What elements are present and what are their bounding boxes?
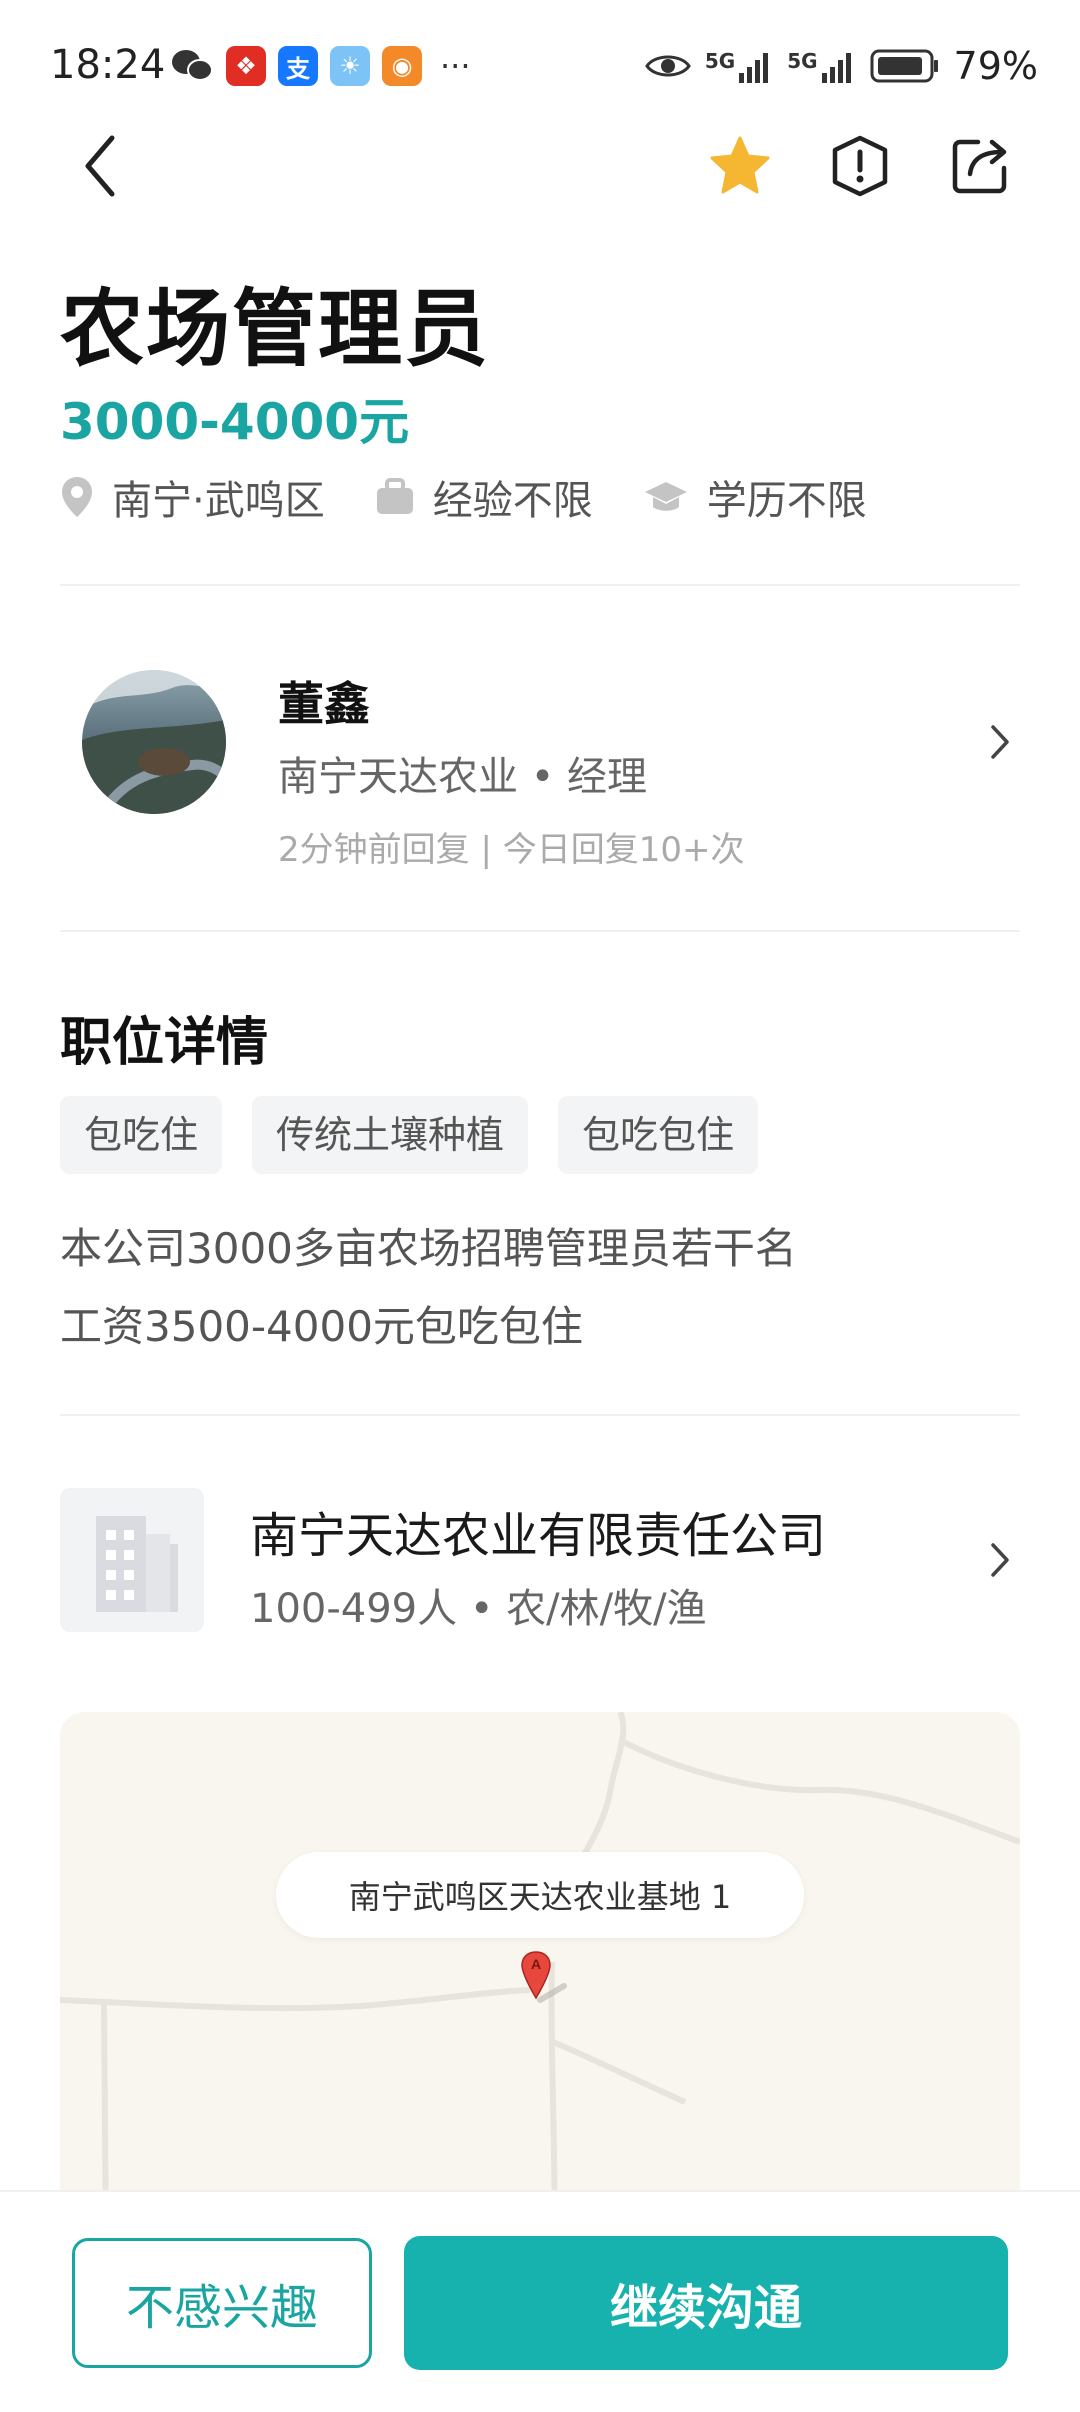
company-info: 100-499人 • 农/林/牧/渔	[250, 1586, 707, 1632]
more-notifications-icon: ···	[440, 47, 471, 85]
app-icon: ◉	[382, 46, 422, 86]
company-card[interactable]: 南宁天达农业有限责任公司 100-499人 • 农/林/牧/渔	[60, 1488, 1020, 1638]
wechat-icon	[172, 50, 213, 81]
share-icon	[952, 139, 1007, 194]
battery-icon	[870, 49, 938, 83]
chevron-right-icon	[991, 1543, 1009, 1577]
divider	[60, 930, 1020, 932]
recruiter-company-role: 南宁天达农业 • 经理	[278, 754, 648, 800]
meta-experience: 经验不限	[375, 468, 593, 526]
status-time: 18:24	[50, 42, 166, 88]
battery-percent: 79%	[953, 44, 1038, 88]
map-pin-icon: A	[521, 1951, 567, 2003]
signal-icon	[821, 53, 851, 83]
education-text: 学历不限	[706, 478, 867, 524]
job-salary: 3000-4000元	[60, 393, 410, 451]
divider	[60, 1414, 1020, 1416]
map-pin-letter: A	[531, 1956, 541, 1972]
tag: 包吃住	[60, 1096, 223, 1174]
avatar-image	[82, 670, 226, 814]
back-button[interactable]	[60, 126, 140, 206]
divider	[60, 584, 1020, 586]
continue-chat-button[interactable]: 继续沟通	[404, 2236, 1008, 2370]
job-description: 本公司3000多亩农场招聘管理员若干名 工资3500-4000元包吃包住	[60, 1210, 1020, 1366]
avatar	[82, 670, 226, 814]
location-text: 南宁·武鸣区	[112, 478, 325, 524]
share-button[interactable]	[940, 126, 1020, 206]
description-line: 本公司3000多亩农场招聘管理员若干名	[60, 1224, 797, 1273]
recruiter-reply-stats: 2分钟前回复 | 今日回复10+次	[278, 830, 745, 870]
meta-education: 学历不限	[643, 468, 867, 526]
tag: 传统土壤种植	[252, 1096, 529, 1174]
weather-icon: ☀	[330, 46, 370, 86]
signal-icon	[739, 53, 769, 83]
status-right: 5G 5G 79%	[645, 44, 1038, 88]
alipay-icon: 支	[278, 46, 318, 86]
signal-2: 5G	[787, 49, 855, 83]
job-title: 农场管理员	[60, 280, 491, 378]
recruiter-chevron	[980, 712, 1020, 772]
job-meta: 南宁·武鸣区 经验不限 学历不限	[60, 468, 917, 526]
chevron-left-icon	[85, 135, 115, 197]
chevron-right-icon	[991, 725, 1009, 759]
meta-location: 南宁·武鸣区	[60, 468, 325, 526]
favorite-button[interactable]	[700, 126, 780, 206]
network-label-1: 5G	[704, 49, 736, 73]
location-map[interactable]: 南宁武鸣区天达农业基地 1 A	[60, 1712, 1020, 2252]
briefcase-icon	[376, 478, 413, 514]
company-logo	[60, 1488, 204, 1632]
not-interested-button[interactable]: 不感兴趣	[72, 2238, 372, 2368]
company-chevron	[980, 1530, 1020, 1590]
bottom-action-bar: 不感兴趣 继续沟通	[0, 2190, 1080, 2412]
status-bar: 18:24 ❖ 支 ☀ ◉ ··· 5G 5G 79%	[0, 0, 1080, 120]
map-location-label: 南宁武鸣区天达农业基地 1	[276, 1852, 804, 1938]
pinduoduo-icon: ❖	[226, 46, 266, 86]
network-label-2: 5G	[787, 49, 818, 73]
tag: 包吃包住	[558, 1096, 759, 1174]
location-pin-icon	[62, 477, 92, 517]
experience-text: 经验不限	[432, 478, 593, 524]
graduation-cap-icon	[644, 482, 687, 511]
description-line: 工资3500-4000元包吃包住	[60, 1302, 583, 1351]
building-icon	[96, 1516, 178, 1612]
eye-icon	[645, 55, 691, 77]
company-name: 南宁天达农业有限责任公司	[250, 1508, 827, 1564]
star-icon	[710, 136, 770, 194]
top-nav	[0, 120, 1080, 250]
report-button[interactable]	[820, 126, 900, 206]
alert-icon	[832, 135, 888, 197]
tag-list: 包吃住 传统土壤种植 包吃包住	[60, 1096, 759, 1174]
notification-icons: ❖ 支 ☀ ◉ ···	[170, 46, 471, 86]
recruiter-name: 董鑫	[278, 677, 370, 731]
details-title: 职位详情	[60, 1013, 269, 1073]
signal-1: 5G	[705, 49, 773, 83]
recruiter-card[interactable]: 董鑫 南宁天达农业 • 经理 2分钟前回复 | 今日回复10+次	[60, 660, 1020, 880]
